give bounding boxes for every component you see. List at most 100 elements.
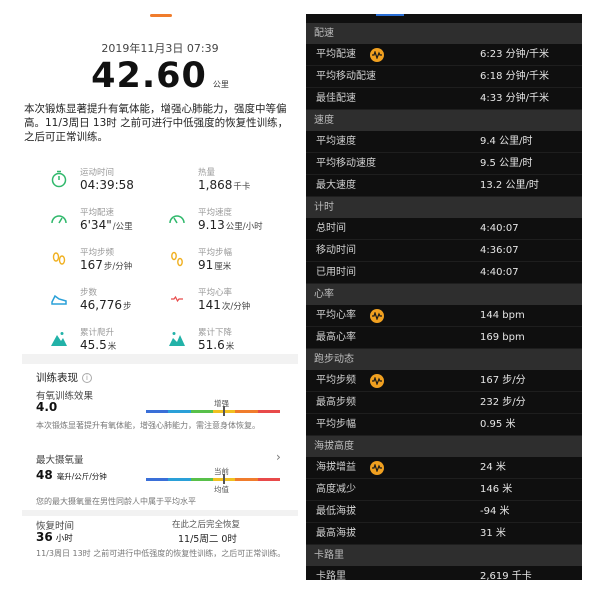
detail-value: -94 米 bbox=[480, 506, 510, 517]
detail-label: 最高海拔 bbox=[316, 528, 356, 539]
detail-row: 平均步幅 0.95 米 bbox=[306, 414, 582, 436]
detail-label: 平均移动速度 bbox=[316, 158, 376, 169]
detail-label: 平均移动配速 bbox=[316, 71, 376, 82]
stat-number: 9.13 bbox=[198, 218, 225, 232]
detail-row: 总时间 4:40:07 bbox=[306, 218, 582, 240]
chevron-right-icon[interactable]: › bbox=[276, 450, 281, 464]
detail-value: 9.5 公里/时 bbox=[480, 158, 533, 169]
stat-value: 91厘米 bbox=[198, 258, 231, 272]
stat-label: 平均步幅 bbox=[198, 248, 233, 258]
vo2max-value: 48 毫升/公斤/分钟 bbox=[36, 468, 107, 482]
detail-label: 平均速度 bbox=[316, 136, 356, 147]
recovery-desc: 11/3周日 13时 之前可进行中低强度的恢复性训练，之后可正常训练。 bbox=[36, 549, 286, 558]
stat-number: 46,776 bbox=[80, 298, 122, 312]
heart-rate-icon bbox=[168, 290, 186, 308]
detail-row: 平均配速 6:23 分钟/千米 bbox=[306, 44, 582, 66]
detail-label: 最佳配速 bbox=[316, 93, 356, 104]
detail-value: 9.4 公里/时 bbox=[480, 136, 533, 147]
descent-icon bbox=[168, 330, 186, 348]
recovery-number: 36 bbox=[36, 530, 53, 544]
detail-value: 144 bpm bbox=[480, 310, 525, 321]
section-header: 速度 bbox=[306, 110, 582, 131]
section-header: 卡路里 bbox=[306, 545, 582, 566]
chart-wave-icon[interactable] bbox=[370, 461, 384, 475]
detail-value: 232 步/分 bbox=[480, 397, 526, 408]
detail-value: 4:40:07 bbox=[480, 267, 519, 278]
detail-row: 最佳配速 4:33 分钟/千米 bbox=[306, 88, 582, 110]
detail-value: 13.2 公里/时 bbox=[480, 180, 539, 191]
stat-label: 平均步频 bbox=[80, 248, 115, 258]
detail-label: 平均配速 bbox=[316, 49, 356, 60]
speed-gauge-icon bbox=[168, 210, 186, 228]
vo2max-desc: 您的最大摄氧量在男性同龄人中属于平均水平 bbox=[36, 497, 196, 506]
detail-label: 海拔增益 bbox=[316, 462, 356, 473]
detail-value: 169 bpm bbox=[480, 332, 525, 343]
stat-unit: 米 bbox=[225, 342, 235, 352]
recovery-after-label: 在此之后完全恢复 bbox=[172, 520, 241, 530]
detail-row: 平均心率 144 bpm bbox=[306, 305, 582, 327]
stopwatch-icon bbox=[50, 170, 68, 188]
detail-row: 最高心率 169 bpm bbox=[306, 327, 582, 349]
detail-value: 0.95 米 bbox=[480, 419, 516, 430]
stat-number: 04:39:58 bbox=[80, 178, 134, 192]
speedometer-icon bbox=[50, 210, 68, 228]
vo2max-average-label: 均值 bbox=[214, 485, 229, 494]
section-divider-2 bbox=[22, 510, 298, 516]
vo2max-label: 最大摄氧量 bbox=[36, 455, 84, 466]
chart-wave-icon[interactable] bbox=[370, 48, 384, 62]
section-header: 配速 bbox=[306, 23, 582, 44]
stat-item: 平均步频 167步/分钟 bbox=[50, 246, 170, 280]
detail-label: 平均心率 bbox=[316, 310, 356, 321]
stat-number: 141 bbox=[198, 298, 221, 312]
vo2max-marker bbox=[223, 474, 225, 484]
stat-unit: 次/分钟 bbox=[221, 302, 251, 312]
chart-wave-icon[interactable] bbox=[370, 309, 384, 323]
detail-label: 卡路里 bbox=[316, 571, 346, 580]
stat-value: 9.13公里/小时 bbox=[198, 218, 263, 232]
detail-row: 高度减少 146 米 bbox=[306, 479, 582, 501]
stat-value: 51.6米 bbox=[198, 338, 234, 352]
section-header: 跑步动态 bbox=[306, 349, 582, 370]
climb-icon bbox=[50, 330, 68, 348]
stat-item: 运动时间 04:39:58 bbox=[50, 166, 170, 200]
section-divider bbox=[22, 354, 298, 364]
stat-label: 平均速度 bbox=[198, 208, 233, 218]
detail-label: 最高心率 bbox=[316, 332, 356, 343]
detail-label: 高度减少 bbox=[316, 484, 356, 495]
recovery-after-value: 11/5周二 0时 bbox=[178, 534, 237, 545]
stat-value: 6'34"/公里 bbox=[80, 218, 133, 232]
distance-unit: 公里 bbox=[212, 80, 229, 89]
stat-label: 运动时间 bbox=[80, 168, 115, 178]
section-header: 心率 bbox=[306, 284, 582, 305]
workout-date: 2019年11月3日 07:39 bbox=[101, 42, 219, 55]
workout-summary-text: 本次锻炼显著提升有氧体能，增强心肺能力，强度中等偏高。11/3周日 13时 之前… bbox=[24, 103, 289, 143]
workout-details-panel[interactable]: 配速平均配速 6:23 分钟/千米平均移动配速 6:18 分钟/千米最佳配速 4:33… bbox=[306, 14, 582, 580]
stat-unit: /公里 bbox=[112, 222, 133, 232]
stat-unit: 公里/小时 bbox=[225, 222, 263, 232]
detail-row: 最高步频 232 步/分 bbox=[306, 392, 582, 414]
stat-value: 141次/分钟 bbox=[198, 298, 250, 312]
section-header: 海拔高度 bbox=[306, 436, 582, 457]
stat-number: 91 bbox=[198, 258, 214, 272]
detail-row: 卡路里 2,619 千卡 bbox=[306, 566, 582, 580]
scroll-indicator bbox=[376, 14, 404, 16]
detail-value: 4:33 分钟/千米 bbox=[480, 93, 550, 104]
detail-value: 167 步/分 bbox=[480, 375, 526, 386]
detail-value: 6:23 分钟/千米 bbox=[480, 49, 550, 60]
flame-icon bbox=[168, 170, 186, 188]
detail-label: 移动时间 bbox=[316, 245, 356, 256]
info-icon[interactable]: i bbox=[82, 373, 92, 383]
stat-number: 167 bbox=[80, 258, 103, 272]
stat-label: 累计下降 bbox=[198, 328, 233, 338]
stat-unit: 千卡 bbox=[233, 182, 251, 192]
detail-label: 已用时间 bbox=[316, 267, 356, 278]
detail-row: 平均移动配速 6:18 分钟/千米 bbox=[306, 66, 582, 88]
detail-value: 146 米 bbox=[480, 484, 513, 495]
chart-wave-icon[interactable] bbox=[370, 374, 384, 388]
stat-item: 平均速度 9.13公里/小时 bbox=[168, 206, 288, 240]
stat-value: 167步/分钟 bbox=[80, 258, 132, 272]
stat-value: 1,868千卡 bbox=[198, 178, 250, 192]
aerobic-marker bbox=[223, 406, 225, 416]
detail-label: 最大速度 bbox=[316, 180, 356, 191]
distance-value: 42.60 bbox=[91, 56, 207, 96]
